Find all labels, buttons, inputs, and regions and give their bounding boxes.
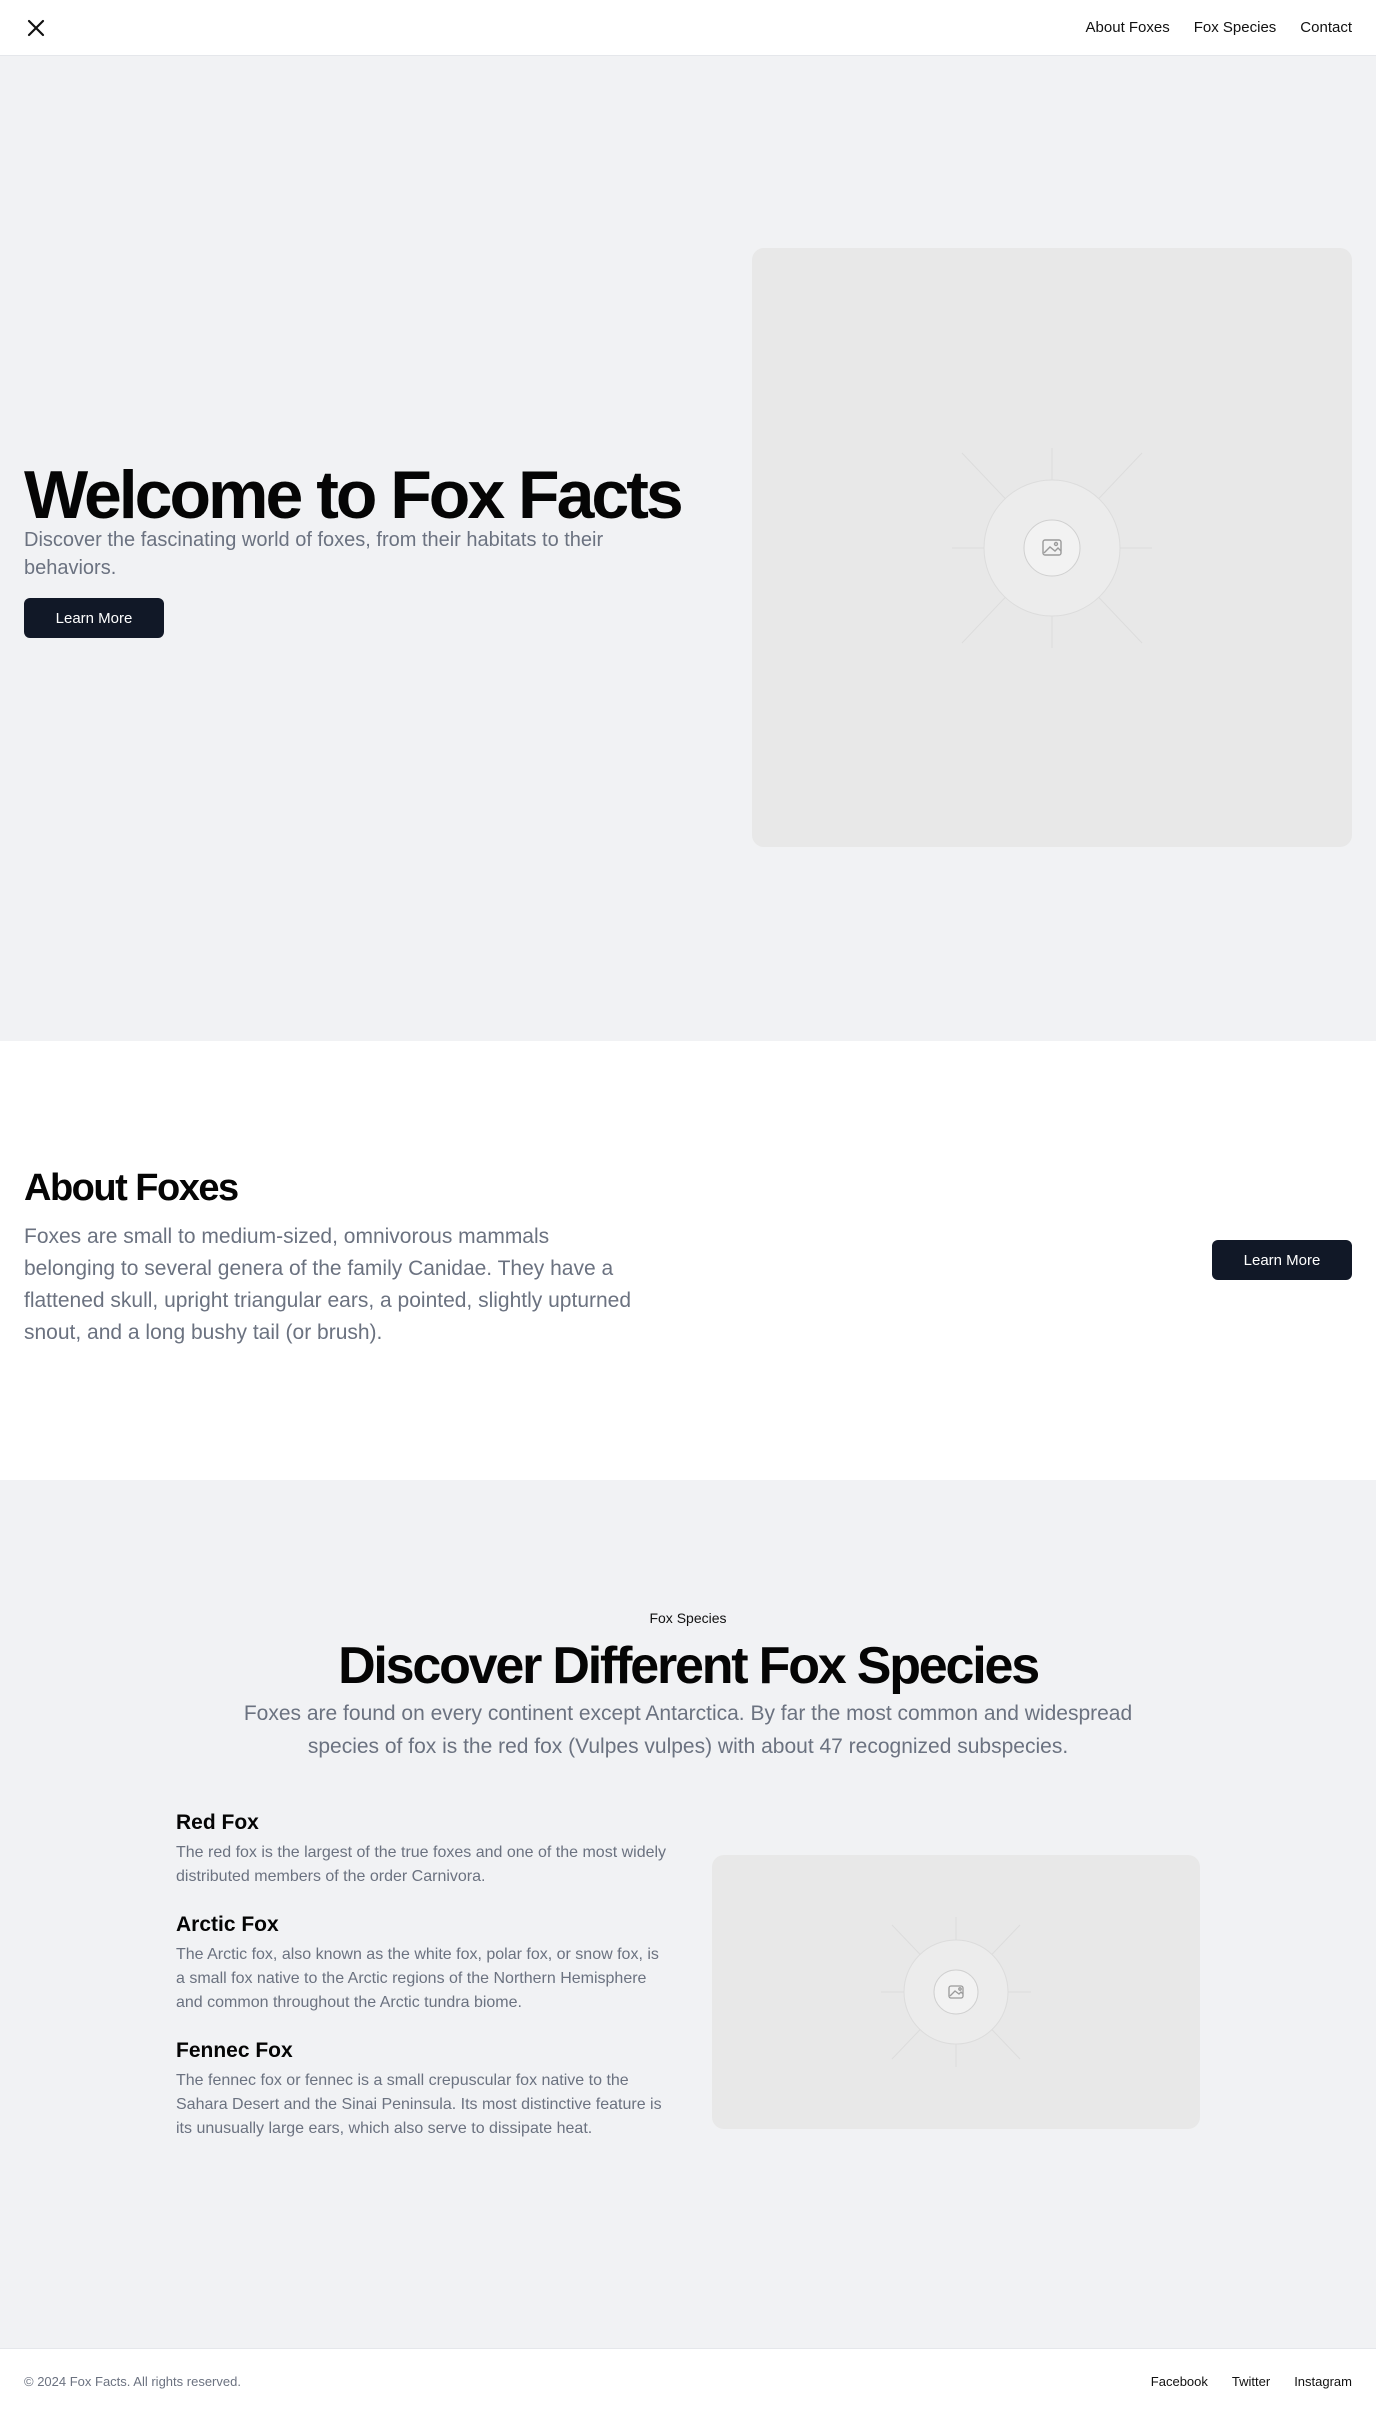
species-title: Discover Different Fox Species (338, 1637, 1040, 1695)
main-nav: About Foxes Fox Species Contact (1086, 19, 1352, 36)
image-placeholder-icon (952, 448, 1152, 648)
species-name: Fennec Fox (176, 2039, 293, 2062)
site-header: About Foxes Fox Species Contact (0, 0, 1376, 56)
species-section: Fox Species Discover Different Fox Speci… (0, 1480, 1376, 2348)
image-placeholder-icon (881, 1917, 1031, 2067)
hero-section: Welcome to Fox Facts Discover the fascin… (0, 56, 1376, 1041)
species-item-arctic-fox: Arctic Fox The Arctic fox, also known as… (176, 1913, 670, 2015)
footer-link-facebook[interactable]: Facebook (1151, 2374, 1208, 2389)
species-eyebrow: Fox Species (649, 1610, 727, 1626)
copyright-text: © 2024 Fox Facts. All rights reserved. (24, 2373, 241, 2389)
species-item-red-fox: Red Fox The red fox is the largest of th… (176, 1811, 670, 1889)
species-name: Arctic Fox (176, 1913, 279, 1936)
nav-link-contact[interactable]: Contact (1300, 19, 1352, 36)
footer-link-instagram[interactable]: Instagram (1294, 2374, 1352, 2389)
nav-link-about-foxes[interactable]: About Foxes (1086, 19, 1170, 36)
about-title: About Foxes (24, 1167, 239, 1209)
species-intro: Foxes are found on every continent excep… (243, 1702, 1133, 1758)
close-x-icon[interactable] (24, 16, 48, 40)
species-item-fennec-fox: Fennec Fox The fennec fox or fennec is a… (176, 2039, 670, 2141)
about-learn-more-button[interactable]: Learn More (1212, 1240, 1352, 1280)
hero-learn-more-button[interactable]: Learn More (24, 598, 164, 638)
species-description: The Arctic fox, also known as the white … (176, 1946, 659, 2011)
hero-subtitle: Discover the fascinating world of foxes,… (24, 529, 604, 579)
footer-link-twitter[interactable]: Twitter (1232, 2374, 1270, 2389)
about-section: About Foxes Foxes are small to medium-si… (0, 1041, 1376, 1480)
hero-title: Welcome to Fox Facts (24, 457, 684, 533)
about-text: Foxes are small to medium-sized, omnivor… (24, 1225, 632, 1344)
site-footer: © 2024 Fox Facts. All rights reserved. F… (0, 2348, 1376, 2413)
species-name: Red Fox (176, 1811, 259, 1834)
hero-image-placeholder (752, 248, 1352, 847)
footer-links: Facebook Twitter Instagram (1151, 2374, 1352, 2389)
species-description: The red fox is the largest of the true f… (176, 1844, 667, 1885)
nav-link-fox-species[interactable]: Fox Species (1194, 19, 1277, 36)
species-description: The fennec fox or fennec is a small crep… (176, 2072, 662, 2137)
species-list: Red Fox The red fox is the largest of th… (176, 1811, 670, 2165)
species-image-placeholder (712, 1855, 1200, 2129)
